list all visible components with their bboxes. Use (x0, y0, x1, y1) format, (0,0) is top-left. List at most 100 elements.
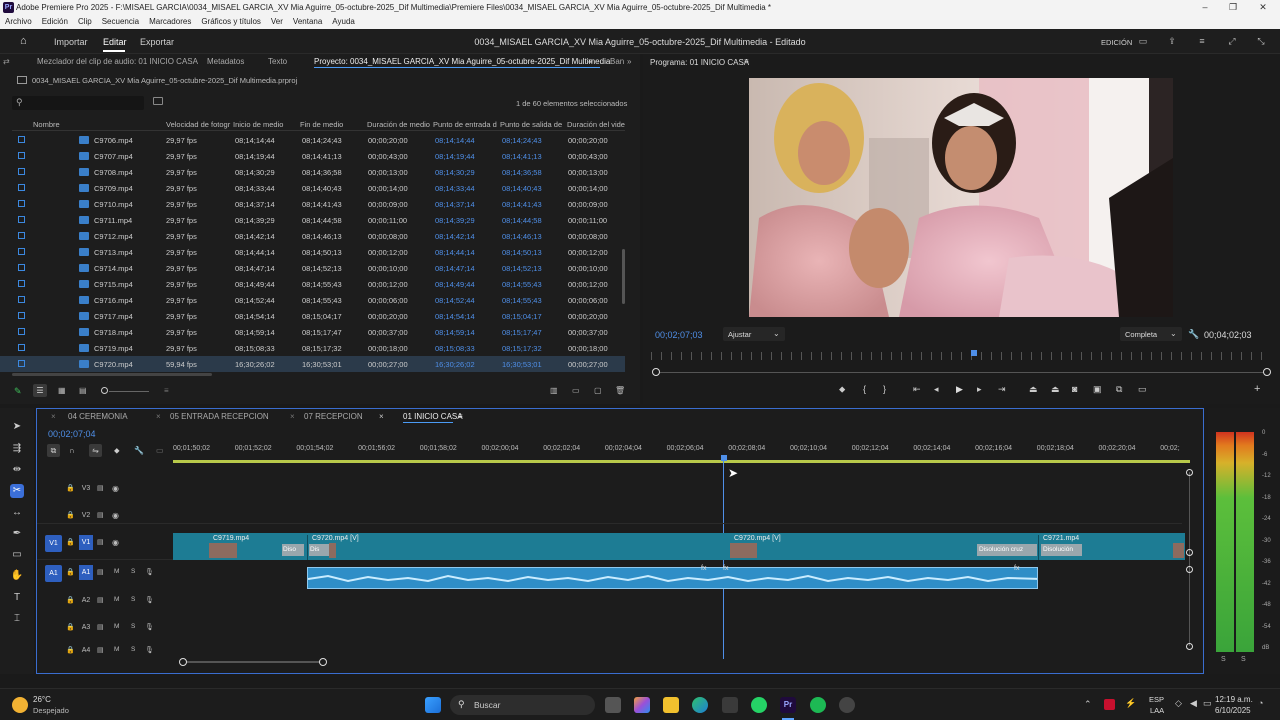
scroll-handle[interactable] (1186, 549, 1193, 556)
label-color-swatch[interactable] (18, 200, 25, 207)
scroll-handle[interactable] (1186, 566, 1193, 573)
list-scrollbar[interactable] (622, 249, 625, 304)
out-point[interactable]: 08;14;52;13 (502, 264, 542, 273)
tab-close-icon[interactable]: × (156, 412, 161, 421)
in-point[interactable]: 08;14;37;14 (435, 200, 475, 209)
pencil-icon[interactable]: ✎ (14, 386, 22, 397)
zoom-bar[interactable] (657, 372, 1268, 373)
mcafee-icon[interactable] (1104, 699, 1115, 710)
wrench-icon[interactable]: 🔧 (1188, 329, 1199, 340)
windows-start-icon[interactable] (425, 697, 441, 713)
solo-left[interactable]: S (1221, 656, 1226, 663)
tab-close-icon[interactable]: × (379, 412, 384, 421)
panel-arrows-icon[interactable]: ⇄ (3, 57, 10, 66)
col-fin[interactable]: Fin de medio (300, 120, 343, 129)
close-icon[interactable]: ✕ (1248, 1, 1278, 14)
zoom-handle-left[interactable] (652, 368, 660, 376)
clock-time[interactable]: 12:19 a.m. (1215, 695, 1253, 704)
slip-tool-icon[interactable]: ↔ (10, 506, 24, 520)
scroll-handle-bottom[interactable] (1186, 643, 1193, 650)
label-color-swatch[interactable] (18, 264, 25, 271)
tab-recepcion[interactable]: 07 RECEPCION (304, 412, 363, 421)
add-marker-icon[interactable]: ⬥ (839, 384, 845, 395)
label-color-swatch[interactable] (18, 280, 25, 287)
battery-icon[interactable]: ▭ (1203, 698, 1212, 709)
timeline-ruler[interactable]: 00;01;50;02 00;01;52;02 00;01;54;02 00;01;5… (173, 445, 1193, 457)
type-tool-icon[interactable]: T (10, 591, 24, 605)
find-icon[interactable]: ▭ (572, 386, 580, 395)
list-item[interactable]: C9708.mp4 29,97 fps 08;14;30;29 08;14;36;58… (0, 164, 625, 180)
out-point[interactable]: 08;14;36;58 (502, 168, 542, 177)
mark-out-icon[interactable]: } (883, 384, 886, 394)
edge-icon[interactable] (692, 697, 708, 713)
label-color-swatch[interactable] (18, 360, 25, 367)
track-target-a4[interactable]: A4 (79, 643, 93, 658)
tab-menu-icon[interactable]: ≡ (588, 57, 593, 66)
store-icon[interactable] (722, 697, 738, 713)
eye-icon[interactable]: ◉ (112, 484, 119, 493)
region-code[interactable]: LAA (1150, 706, 1164, 715)
clip-c9721[interactable]: C9721.mp4 (1043, 535, 1079, 542)
lock-icon[interactable]: 🔒 (66, 511, 75, 519)
timeline-timecode[interactable]: 00;02;07;04 (48, 429, 96, 439)
label-color-swatch[interactable] (18, 344, 25, 351)
in-point[interactable]: 08;15;08;33 (435, 344, 475, 353)
network-icon[interactable]: ⚡ (1125, 698, 1136, 709)
track-target-v2[interactable]: V2 (79, 508, 93, 523)
tab-bandeja[interactable]: Ban (610, 57, 624, 66)
edit-point[interactable] (307, 535, 308, 560)
sync-lock-icon[interactable]: ▤ (97, 623, 104, 631)
list-item[interactable]: C9711.mp4 29,97 fps 08;14;39;29 08;14;44;58… (0, 212, 625, 228)
lock-icon[interactable]: 🔒 (66, 623, 75, 631)
work-area-bar[interactable] (173, 460, 1190, 463)
in-point[interactable]: 08;14;59;14 (435, 328, 475, 337)
list-item[interactable]: C9707.mp4 29,97 fps 08;14;19;44 08;14;41;13… (0, 148, 625, 164)
proxy-icon[interactable]: ⧉ (1116, 384, 1122, 395)
mute-button[interactable]: M (114, 596, 119, 603)
edit-point[interactable] (1038, 535, 1039, 560)
quality-dropdown[interactable]: Completa ⌄ (1120, 327, 1182, 341)
eye-icon[interactable]: ◉ (112, 511, 119, 520)
in-point[interactable]: 08;14;33;44 (435, 184, 475, 193)
transition-disolucion-cruz[interactable]: Disolución cruz (977, 544, 1037, 556)
mute-button[interactable]: M (114, 646, 119, 653)
col-entrada[interactable]: Punto de entrada d (433, 120, 497, 129)
track-target-a2[interactable]: A2 (79, 593, 93, 608)
lock-icon[interactable]: 🔒 (66, 538, 75, 546)
clip-c9720-a[interactable]: C9720.mp4 [V] (312, 535, 359, 542)
col-nombre[interactable]: Nombre (33, 120, 60, 129)
out-point[interactable]: 08;14;44;58 (502, 216, 542, 225)
volume-icon[interactable]: ◀ (1190, 698, 1197, 709)
transition-diso[interactable]: Diso (282, 544, 304, 556)
solo-button[interactable]: S (131, 646, 135, 653)
track-select-tool-icon[interactable]: ⇶ (10, 442, 24, 456)
tab-audio-mixer[interactable]: Mezclador del clip de audio: 01 INICIO C… (37, 57, 198, 66)
menu-edicion[interactable]: Edición (37, 15, 73, 26)
new-item-icon[interactable]: ▢ (594, 386, 602, 395)
tab-texto[interactable]: Texto (268, 57, 287, 66)
sync-lock-icon[interactable]: ▤ (97, 484, 104, 492)
label-color-swatch[interactable] (18, 136, 25, 143)
mark-in-icon[interactable]: { (863, 384, 866, 394)
add-button-icon[interactable]: + (1254, 383, 1260, 395)
vr-icon[interactable]: ▭ (1138, 384, 1147, 395)
label-color-swatch[interactable] (18, 168, 25, 175)
tray-chevron-icon[interactable]: ⌃ (1084, 699, 1092, 710)
out-point[interactable]: 08;14;50;13 (502, 248, 542, 257)
lock-icon[interactable]: 🔒 (66, 646, 75, 654)
horizontal-scrollbar[interactable] (12, 373, 212, 376)
out-point[interactable]: 08;14;41;13 (502, 152, 542, 161)
list-item[interactable]: C9706.mp4 29,97 fps 08;14;14;44 08;14;24;43… (0, 132, 625, 148)
in-point[interactable]: 08;14;39;29 (435, 216, 475, 225)
in-point[interactable]: 08;14;19;44 (435, 152, 475, 161)
out-point[interactable]: 16;30;53;01 (502, 360, 542, 369)
col-velocidad[interactable]: Velocidad de fotogr (166, 120, 230, 129)
captions-icon[interactable]: ▭ (156, 446, 164, 455)
play-icon[interactable]: ▶ (956, 384, 963, 395)
in-point[interactable]: 08;14;54;14 (435, 312, 475, 321)
collapse-icon[interactable]: ⤡ (1255, 36, 1267, 47)
spotify-icon[interactable] (810, 697, 826, 713)
list-item[interactable]: C9718.mp4 29,97 fps 08;14;59;14 08;15;17;47… (0, 324, 625, 340)
label-color-swatch[interactable] (18, 232, 25, 239)
icon-view-icon[interactable]: ▦ (58, 386, 66, 395)
